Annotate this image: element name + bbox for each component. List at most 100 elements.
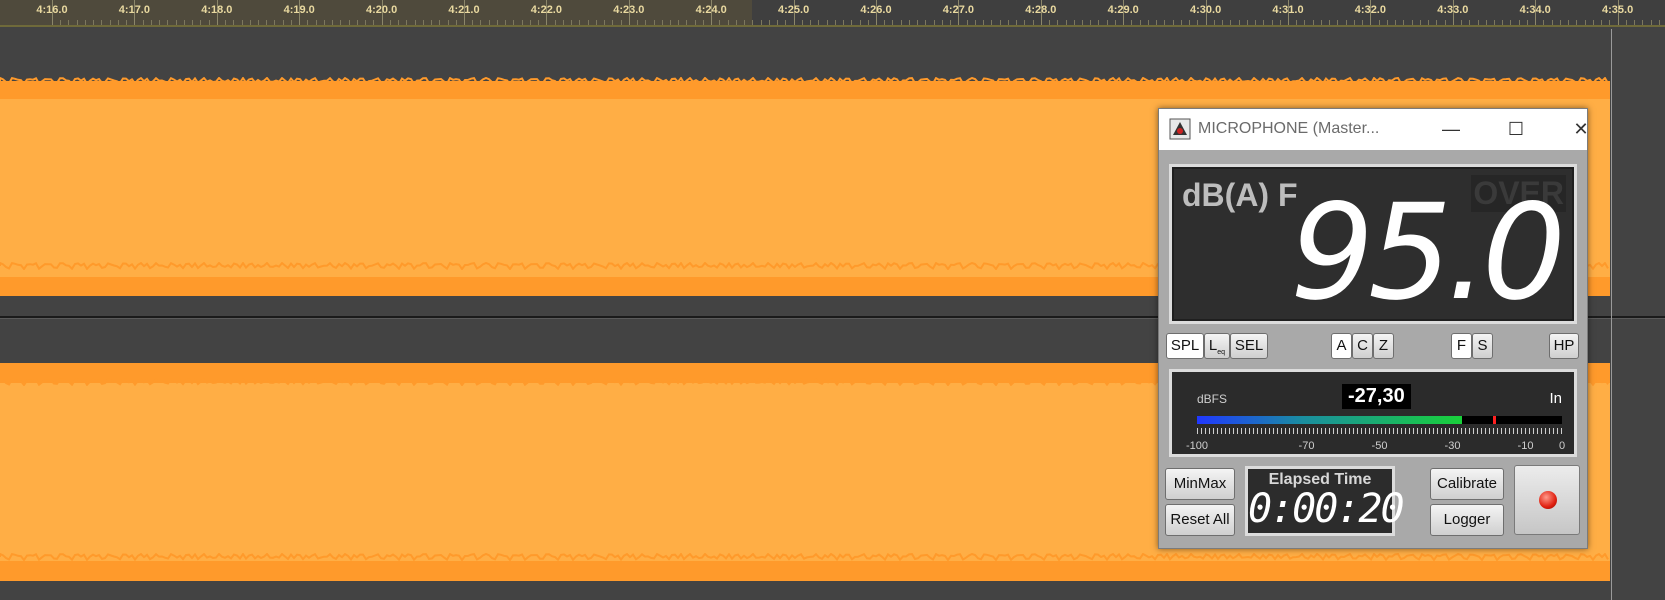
ruler-minor-tick [414, 20, 416, 25]
meter-tick-label: -50 [1371, 440, 1388, 452]
close-icon[interactable]: ✕ [1551, 109, 1611, 150]
timeline-ruler[interactable]: 4:16.0 4:17.0 4:18.0 4:19.0 4:20.0 4:21.0 4:22… [0, 0, 1665, 27]
channel-label: In [1549, 390, 1562, 407]
ruler-minor-tick [637, 20, 639, 25]
ruler-minor-tick [1156, 20, 1158, 25]
ruler-minor-tick [818, 20, 820, 25]
logger-button[interactable]: Logger [1430, 504, 1504, 536]
ruler-minor-tick [579, 20, 581, 25]
ruler-minor-tick [900, 20, 902, 25]
ruler-minor-tick [521, 20, 523, 25]
ruler-minor-tick [1131, 20, 1133, 25]
ruler-minor-tick [1197, 20, 1199, 25]
ruler-minor-tick [670, 20, 671, 25]
ruler-minor-tick [1592, 20, 1594, 25]
ruler-minor-tick [1386, 20, 1388, 25]
ruler-time-label: 4:25.0 [777, 4, 810, 16]
meter-tick-label: 0 [1558, 440, 1566, 452]
ruler-minor-tick [1568, 20, 1570, 25]
ruler-minor-tick [1024, 20, 1026, 25]
ruler-time-label: 4:26.0 [860, 4, 892, 16]
ruler-minor-tick [480, 20, 482, 25]
meter-tick-label: -30 [1444, 440, 1461, 452]
ruler-minor-tick [175, 20, 177, 25]
hp-button[interactable]: HP [1549, 333, 1579, 359]
calibrate-button[interactable]: Calibrate [1430, 468, 1504, 500]
meter-bar [1197, 416, 1562, 424]
ruler-minor-tick [225, 20, 227, 25]
minimize-icon[interactable]: — [1421, 109, 1481, 150]
ruler-minor-tick [1271, 20, 1273, 25]
fast-button[interactable]: F [1451, 333, 1472, 359]
elapsed-time-panel: Elapsed Time 0:00:20 [1245, 466, 1405, 536]
ruler-minor-tick [1461, 20, 1463, 25]
ruler-time-label: 4:20.0 [365, 4, 398, 16]
ruler-minor-tick [117, 20, 119, 25]
ruler-minor-tick [192, 20, 194, 25]
ruler-minor-tick [1329, 20, 1331, 25]
ruler-minor-tick [1172, 20, 1174, 25]
ruler-minor-tick [76, 20, 78, 25]
ruler-time-label: 4:17.0 [118, 4, 150, 16]
ruler-minor-tick [1551, 20, 1553, 25]
ruler-minor-tick [1518, 20, 1520, 25]
ruler-minor-tick [843, 20, 845, 25]
leq-button[interactable]: Leq [1204, 333, 1230, 359]
ruler-minor-tick [505, 20, 507, 25]
waveform-edge [0, 553, 1609, 561]
f-label: F [1456, 337, 1467, 354]
ruler-minor-tick [752, 20, 754, 25]
ruler-minor-tick [1296, 20, 1298, 25]
spl-button[interactable]: SPL [1166, 333, 1204, 359]
ruler-minor-tick [554, 20, 556, 25]
maximize-icon[interactable]: ☐ [1486, 109, 1546, 150]
ruler-minor-tick [282, 20, 284, 25]
sound-level-meter-window[interactable]: MICROPHONE (Master... — ☐ ✕ dB(A) F OVER… [1158, 108, 1589, 549]
ruler-minor-tick [999, 20, 1001, 25]
ruler-minor-tick [661, 20, 663, 25]
ruler-minor-tick [884, 20, 886, 25]
hp-label: HP [1553, 337, 1575, 354]
level-reading: 95.0 [1290, 176, 1566, 330]
ruler-minor-tick [1090, 20, 1092, 25]
ruler-minor-tick [1485, 20, 1487, 25]
ruler-minor-tick [620, 20, 622, 25]
ruler-minor-tick [1609, 20, 1611, 25]
playhead-line[interactable] [1611, 29, 1612, 600]
ruler-minor-tick [1007, 20, 1009, 25]
a-weighting-button[interactable]: A [1331, 333, 1352, 359]
ruler-minor-tick [323, 20, 325, 25]
minmax-button[interactable]: MinMax [1165, 468, 1235, 500]
ruler-minor-tick [587, 20, 589, 25]
reset-all-button[interactable]: Reset All [1165, 504, 1235, 536]
ruler-minor-tick [307, 20, 309, 25]
ruler-minor-tick [892, 20, 894, 25]
sel-button[interactable]: SEL [1230, 333, 1268, 359]
ruler-minor-tick [826, 20, 828, 25]
ruler-minor-tick [1320, 20, 1322, 25]
ruler-minor-tick [768, 20, 770, 25]
ruler-minor-tick [332, 20, 334, 25]
window-titlebar[interactable]: MICROPHONE (Master... — ☐ ✕ [1159, 109, 1589, 150]
ruler-minor-tick [604, 20, 606, 25]
ruler-time-label: 4:27.0 [942, 4, 974, 16]
ruler-minor-tick [966, 20, 968, 25]
s-label: S [1477, 337, 1488, 354]
ruler-minor-tick [1016, 20, 1018, 25]
ruler-minor-tick [1032, 20, 1034, 25]
ruler-minor-tick [974, 20, 976, 25]
slow-button[interactable]: S [1472, 333, 1493, 359]
reset-all-label: Reset All [1170, 511, 1230, 528]
ruler-minor-tick [645, 20, 647, 25]
record-button[interactable] [1514, 465, 1580, 535]
ruler-minor-tick [1378, 20, 1380, 25]
ruler-minor-tick [60, 20, 62, 25]
ruler-minor-tick [777, 20, 779, 25]
ruler-minor-tick [1642, 20, 1644, 25]
record-icon [1539, 491, 1557, 509]
c-weighting-button[interactable]: C [1352, 333, 1373, 359]
ruler-minor-tick [1106, 20, 1108, 25]
meter-scale [1197, 428, 1562, 434]
ruler-minor-tick [109, 20, 111, 25]
z-weighting-button[interactable]: Z [1373, 333, 1394, 359]
